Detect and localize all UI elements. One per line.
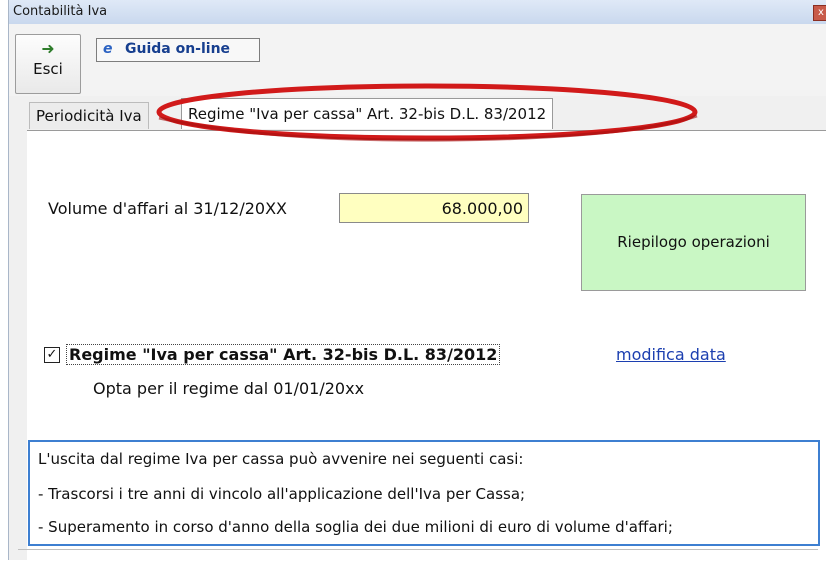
tab-periodicita-iva[interactable]: Periodicità Iva — [29, 102, 149, 129]
browser-e-icon: e — [103, 41, 113, 57]
exit-condition-item: - Trascorsi i tre anni di vincolo all'ap… — [38, 485, 526, 503]
exit-conditions-box: L'uscita dal regime Iva per cassa può av… — [28, 440, 820, 546]
exit-arrow-icon: ➜ — [41, 39, 55, 58]
online-help-label: Guida on-line — [125, 41, 231, 57]
opt-date-text: Opta per il regime dal 01/01/20xx — [93, 379, 365, 398]
tab-regime-iva-per-cassa[interactable]: Regime "Iva per cassa" Art. 32-bis D.L. … — [181, 98, 554, 129]
exit-condition-item: - Superamento in corso d'anno della sogl… — [38, 518, 673, 536]
volume-label: Volume d'affari al 31/12/20XX — [48, 199, 288, 218]
title-bar: Contabilità Iva x — [9, 0, 826, 25]
volume-input[interactable]: 68.000,00 — [339, 193, 529, 223]
summary-operations-button[interactable]: Riepilogo operazioni — [581, 194, 806, 291]
tab-strip: Periodicità Iva Regime "Iva per cassa" A… — [9, 98, 826, 130]
exit-conditions-heading: L'uscita dal regime Iva per cassa può av… — [38, 450, 524, 468]
exit-button[interactable]: ➜ Esci — [15, 34, 81, 94]
regime-checkbox[interactable]: ✓ — [44, 347, 60, 363]
close-button[interactable]: x — [813, 5, 826, 21]
toolbar: ➜ Esci e Guida on-line — [9, 24, 826, 96]
bottom-divider — [18, 549, 818, 550]
regime-checkbox-label[interactable]: Regime "Iva per cassa" Art. 32-bis D.L. … — [66, 344, 501, 365]
exit-button-label: Esci — [33, 60, 63, 78]
online-help-button[interactable]: e Guida on-line — [96, 38, 260, 62]
window-title: Contabilità Iva — [13, 4, 108, 19]
modify-date-link[interactable]: modifica data — [616, 345, 726, 364]
